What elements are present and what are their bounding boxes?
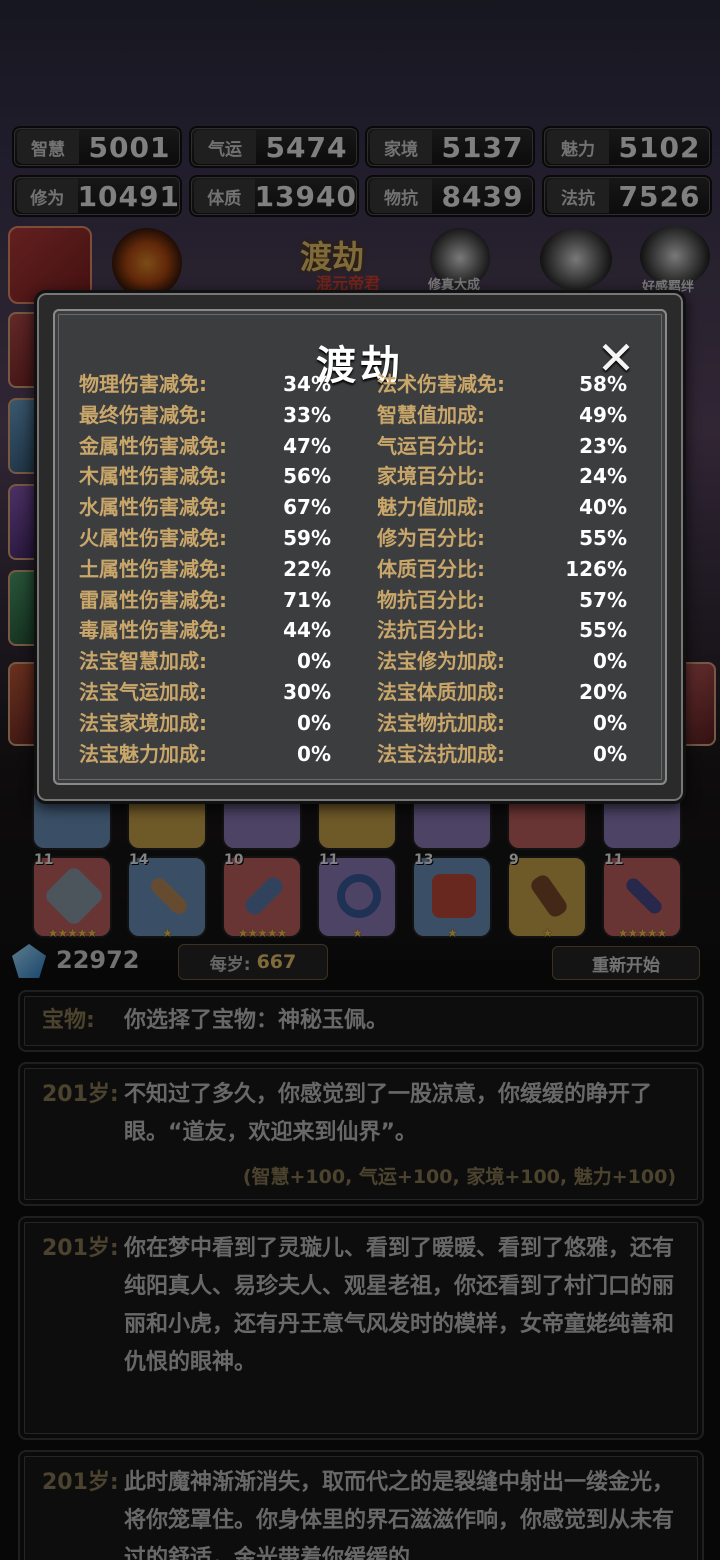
attribute-name: 最终伤害减免: [79, 402, 207, 427]
attribute-name: 法抗百分比: [377, 618, 485, 643]
attribute-name: 法宝气运加成: [79, 680, 207, 704]
attribute-name: 物抗百分比: [377, 587, 485, 612]
attribute-row: 法宝物抗加成: 0% [377, 708, 627, 738]
attribute-row: 最终伤害减免: 33% [79, 400, 331, 430]
attribute-name: 修为百分比: [377, 526, 485, 550]
attribute-name: 法术伤害减免: [377, 372, 505, 396]
attribute-value: 67% [283, 495, 331, 520]
attribute-value: 24% [579, 464, 627, 489]
attribute-row: 家境百分比: 24% [377, 461, 627, 491]
attribute-value: 0% [297, 649, 331, 674]
attribute-row: 毒属性伤害减免: 44% [79, 615, 331, 645]
attribute-value: 30% [283, 680, 331, 704]
attribute-row: 体质百分比: 126% [377, 554, 627, 584]
attribute-value: 23% [579, 433, 627, 458]
attribute-value: 44% [283, 618, 331, 643]
attribute-value: 33% [283, 402, 331, 427]
attribute-name: 木属性伤害减免: [79, 464, 227, 489]
attribute-row: 木属性伤害减免: 56% [79, 461, 331, 491]
attribute-value: 58% [579, 372, 627, 396]
attribute-name: 法宝智慧加成: [79, 649, 207, 674]
attribute-value: 0% [297, 741, 331, 766]
attribute-row: 智慧值加成: 49% [377, 400, 627, 430]
attribute-value: 56% [283, 464, 331, 489]
attribute-value: 0% [593, 710, 627, 735]
attribute-value: 0% [593, 649, 627, 674]
attribute-name: 火属性伤害减免: [79, 526, 227, 550]
modal-panel: 渡劫 ✕ 物理伤害减免: 34% 最终伤害减免: 33% 金属性伤害减免: 47% 木属性伤… [53, 309, 667, 785]
attribute-name: 气运百分比: [377, 433, 485, 458]
attribute-row: 法宝体质加成: 20% [377, 677, 627, 707]
attribute-row: 雷属性伤害减免: 71% [79, 585, 331, 615]
attribute-value: 0% [593, 741, 627, 766]
attribute-name: 法宝物抗加成: [377, 710, 505, 735]
attribute-row: 法宝魅力加成: 0% [79, 739, 331, 769]
attribute-name: 体质百分比: [377, 556, 485, 581]
attribute-row: 法术伤害减免: 58% [377, 369, 627, 399]
attribute-value: 57% [579, 587, 627, 612]
attribute-value: 40% [579, 495, 627, 520]
attribute-name: 智慧值加成: [377, 402, 485, 427]
attribute-value: 49% [579, 402, 627, 427]
attribute-row: 气运百分比: 23% [377, 431, 627, 461]
attribute-name: 水属性伤害减免: [79, 495, 227, 520]
attribute-value: 126% [565, 556, 627, 581]
attribute-value: 34% [283, 372, 331, 396]
attribute-row: 物理伤害减免: 34% [79, 369, 331, 399]
attribute-name: 物理伤害减免: [79, 372, 207, 396]
attribute-row: 法宝修为加成: 0% [377, 646, 627, 676]
attribute-name: 土属性伤害减免: [79, 556, 227, 581]
attribute-name: 法宝法抗加成: [377, 741, 505, 766]
attribute-name: 魅力值加成: [377, 495, 485, 520]
attribute-value: 47% [283, 433, 331, 458]
attribute-modal: 渡劫 ✕ 物理伤害减免: 34% 最终伤害减免: 33% 金属性伤害减免: 47% 木属性伤… [34, 290, 686, 804]
attribute-value: 20% [579, 680, 627, 704]
attribute-value: 59% [283, 526, 331, 550]
attribute-row: 水属性伤害减免: 67% [79, 492, 331, 522]
attribute-row: 法宝家境加成: 0% [79, 708, 331, 738]
attribute-name: 金属性伤害减免: [79, 433, 227, 458]
attribute-value: 71% [283, 587, 331, 612]
attribute-name: 家境百分比: [377, 464, 485, 489]
attribute-name: 法宝修为加成: [377, 649, 505, 674]
attribute-name: 法宝体质加成: [377, 680, 505, 704]
attribute-row: 修为百分比: 55% [377, 523, 627, 553]
attribute-row: 土属性伤害减免: 22% [79, 554, 331, 584]
attribute-name: 法宝魅力加成: [79, 741, 207, 766]
attribute-row: 魅力值加成: 40% [377, 492, 627, 522]
attribute-name: 雷属性伤害减免: [79, 587, 227, 612]
attribute-name: 毒属性伤害减免: [79, 618, 227, 643]
attribute-name: 法宝家境加成: [79, 710, 207, 735]
attribute-value: 22% [283, 556, 331, 581]
attribute-row: 火属性伤害减免: 59% [79, 523, 331, 553]
attribute-row: 法抗百分比: 55% [377, 615, 627, 645]
attribute-row: 法宝智慧加成: 0% [79, 646, 331, 676]
attribute-value: 55% [579, 526, 627, 550]
attribute-row: 金属性伤害减免: 47% [79, 431, 331, 461]
attribute-row: 法宝气运加成: 30% [79, 677, 331, 707]
attribute-row: 法宝法抗加成: 0% [377, 739, 627, 769]
attribute-value: 55% [579, 618, 627, 643]
attribute-value: 0% [297, 710, 331, 735]
attribute-row: 物抗百分比: 57% [377, 585, 627, 615]
